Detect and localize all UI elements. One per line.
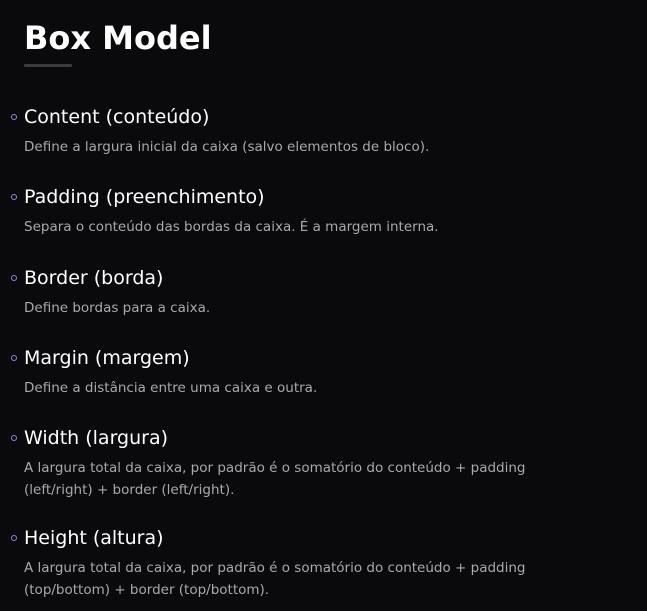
bullet-circle-icon <box>11 535 17 541</box>
item-description: Define bordas para a caixa. <box>24 300 211 316</box>
bullet-circle-icon <box>11 355 17 361</box>
page-title: Box Model <box>24 19 212 57</box>
bullet-circle-icon <box>11 275 17 281</box>
item-description: A largura total da caixa, por padrão é o… <box>24 560 526 598</box>
item-title: Height (altura) <box>24 527 164 549</box>
item-title: Margin (margem) <box>24 347 190 369</box>
item-title: Border (borda) <box>24 267 164 289</box>
bullet-circle-icon <box>11 114 17 120</box>
title-underline <box>24 64 72 67</box>
item-title: Padding (preenchimento) <box>24 186 265 208</box>
bullet-circle-icon <box>11 435 17 441</box>
item-title: Content (conteúdo) <box>24 106 210 128</box>
item-description: Separa o conteúdo das bordas da caixa. É… <box>24 219 439 235</box>
bullet-circle-icon <box>11 194 17 200</box>
item-description: Define a distância entre uma caixa e out… <box>24 380 318 396</box>
item-title: Width (largura) <box>24 427 169 449</box>
item-description: A largura total da caixa, por padrão é o… <box>24 460 526 498</box>
item-description: Define a largura inicial da caixa (salvo… <box>24 139 430 155</box>
page: Box Model Content (conteúdo) Define a la… <box>0 0 647 611</box>
